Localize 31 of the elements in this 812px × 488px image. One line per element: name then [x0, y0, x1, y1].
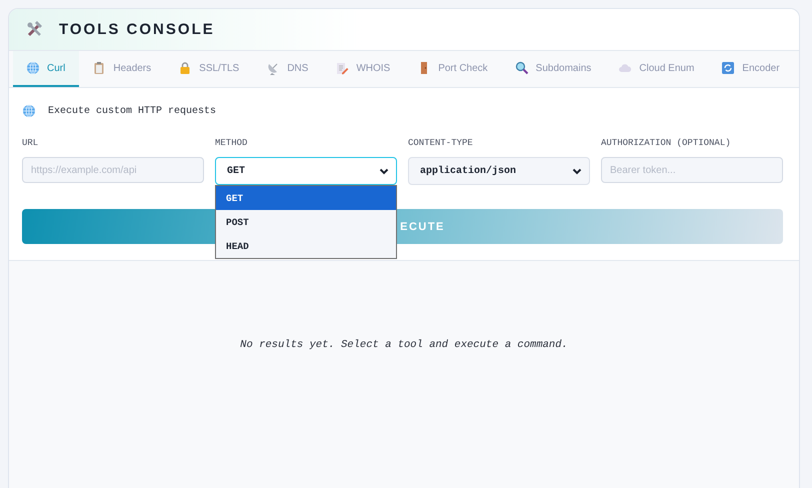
input-field[interactable]: Bearer token... — [601, 157, 783, 183]
dropdown-option[interactable]: GET — [216, 186, 396, 210]
memo-icon — [335, 61, 350, 75]
dropdown-option[interactable]: POST — [216, 210, 396, 234]
select-field[interactable]: GET — [215, 157, 397, 185]
satellite-dish-icon — [266, 61, 280, 75]
field-label: CONTENT-TYPE — [408, 138, 474, 148]
globe-icon — [26, 61, 40, 75]
globe-icon — [22, 104, 36, 118]
input-field[interactable]: https://example.com/api — [22, 157, 204, 183]
cloud-icon — [618, 61, 632, 75]
tab[interactable]: Curl — [13, 51, 80, 87]
tab[interactable]: Headers — [79, 51, 166, 87]
empty-results-message: No results yet. Select a tool and execute a command. — [240, 339, 568, 353]
tab[interactable]: Subdomains — [502, 51, 606, 87]
app-title: TOOLS CONSOLE — [59, 21, 215, 38]
field-label: METHOD — [215, 138, 248, 148]
tab[interactable]: SSL/TLS — [165, 51, 254, 87]
field-label: URL — [22, 138, 40, 148]
lock-icon — [178, 61, 192, 75]
tab[interactable]: DNS — [253, 51, 322, 87]
refresh-icon — [721, 61, 736, 75]
tab[interactable]: WHOIS — [322, 51, 404, 87]
tab[interactable]: Encoder — [708, 51, 794, 87]
clipboard-icon — [92, 61, 106, 75]
field-label: AUTHORIZATION (OPTIONAL) — [601, 138, 732, 148]
tool-description: Execute custom HTTP requests — [48, 106, 216, 116]
tab[interactable]: Cloud Enum — [605, 51, 708, 87]
tab[interactable]: Port Check — [404, 51, 502, 87]
select-field[interactable]: application/json — [408, 157, 590, 185]
search-icon — [514, 61, 529, 75]
